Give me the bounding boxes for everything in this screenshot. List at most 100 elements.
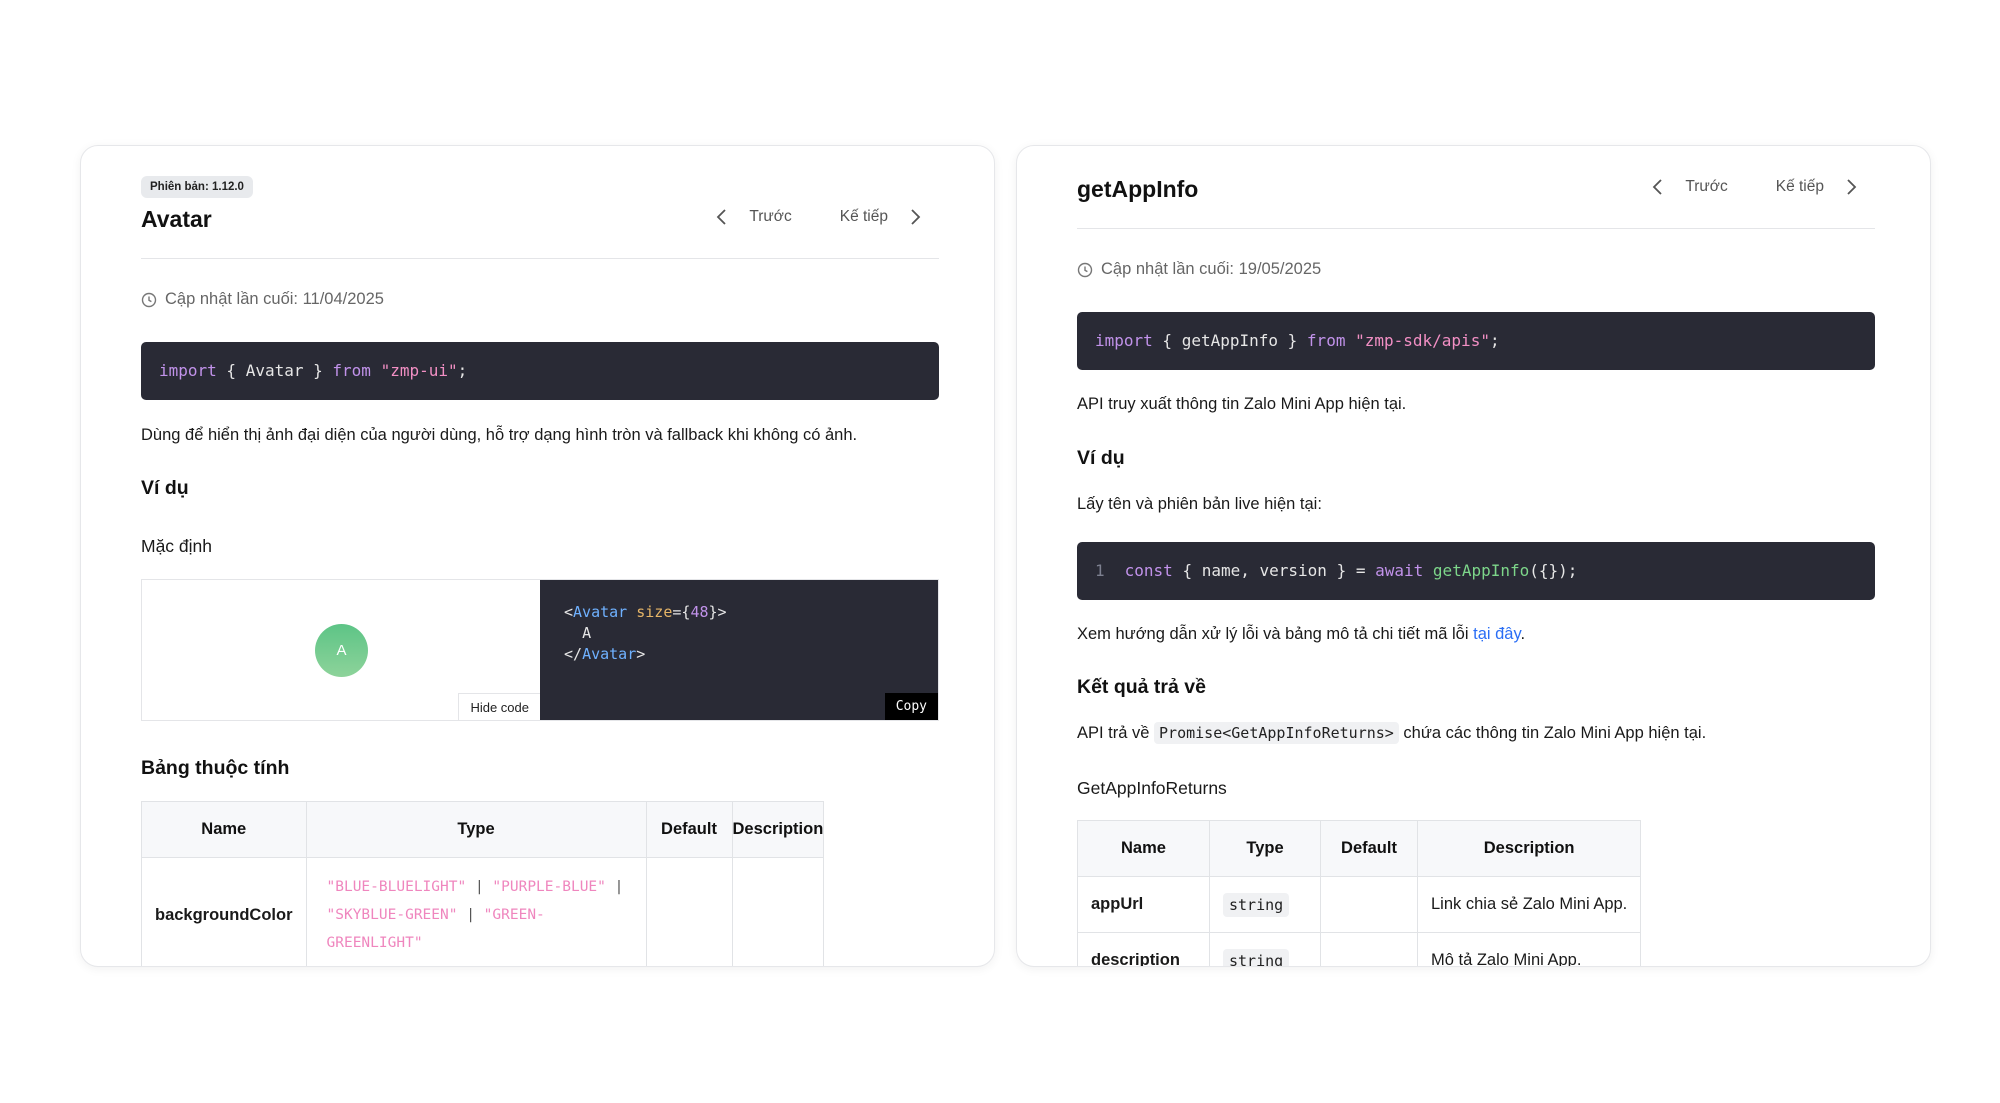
- field-name: description: [1077, 932, 1210, 966]
- column-header: Name: [1077, 820, 1210, 877]
- header-divider: [141, 258, 939, 259]
- returns-desc-pre: API trả về: [1077, 724, 1155, 742]
- chevron-left-icon: [1652, 178, 1663, 196]
- copy-button[interactable]: Copy: [884, 693, 938, 720]
- prev-label: Trước: [1685, 178, 1728, 195]
- code-attr: size: [636, 603, 673, 621]
- clock-icon: [141, 292, 157, 307]
- next-label: Kế tiếp: [839, 208, 888, 225]
- prev-link[interactable]: Trước: [1652, 178, 1728, 196]
- returns-desc-post: chứa các thông tin Zalo Mini App hiện tạ…: [1398, 724, 1707, 742]
- component-description: Dùng để hiển thị ảnh đại diện của người …: [141, 426, 858, 444]
- field-type: string: [1209, 932, 1321, 966]
- prop-default: [645, 857, 733, 966]
- code-keyword: from: [1306, 331, 1346, 350]
- code-string: "zmp-ui": [380, 361, 458, 380]
- type-chip: string: [1223, 892, 1290, 917]
- code-keyword: const: [1124, 561, 1173, 580]
- table-header-row: Name Type Default Description: [141, 801, 825, 858]
- next-link[interactable]: Kế tiếp: [1776, 178, 1857, 196]
- getappinfo-doc-card: getAppInfo Trước Kế tiếp Cập nhật lần cu…: [1016, 145, 1931, 967]
- code-end: ;: [457, 361, 468, 380]
- props-heading: Bảng thuộc tính: [141, 757, 290, 779]
- column-header: Description: [731, 801, 825, 858]
- returns-type-heading: GetAppInfoReturns: [1077, 778, 1227, 798]
- code-body: { Avatar }: [216, 361, 333, 380]
- table-row: description string Mô tả Zalo Mini App.: [1077, 932, 1642, 966]
- chevron-left-icon: [716, 208, 727, 226]
- next-link[interactable]: Kế tiếp: [840, 208, 921, 226]
- field-description: Link chia sẻ Zalo Mini App.: [1416, 876, 1642, 933]
- field-type: string: [1209, 876, 1321, 933]
- prop-type: "BLUE-BLUELIGHT" | "PURPLE-BLUE" | "SKYB…: [305, 857, 647, 966]
- returns-heading: Kết quả trả về: [1077, 676, 1206, 698]
- code-body: { name, version } =: [1172, 561, 1376, 580]
- error-note-text: Xem hướng dẫn xử lý lỗi và bảng mô tả ch…: [1077, 625, 1474, 643]
- table-header-row: Name Type Default Description: [1077, 820, 1642, 877]
- last-updated: Cập nhật lần cuối: 11/04/2025: [141, 290, 384, 309]
- type-value: "BLUE-BLUELIGHT": [326, 879, 467, 895]
- column-header: Description: [1416, 820, 1642, 877]
- field-name: appUrl: [1077, 876, 1210, 933]
- returns-table: Name Type Default Description appUrl str…: [1077, 820, 1642, 966]
- type-chip: string: [1223, 948, 1290, 966]
- example-heading: Ví dụ: [1077, 447, 1125, 469]
- column-header: Type: [1209, 820, 1321, 877]
- type-value: "PURPLE-BLUE": [492, 879, 606, 895]
- type-value: "SKYBLUE-GREEN": [326, 907, 458, 923]
- page-title: Avatar: [141, 206, 212, 232]
- code-keyword: await: [1375, 561, 1424, 580]
- import-code-block: import { getAppInfo } from "zmp-sdk/apis…: [1077, 312, 1875, 370]
- chevron-right-icon: [910, 208, 921, 226]
- code-keyword: import: [1095, 331, 1153, 350]
- code-body: { getAppInfo }: [1152, 331, 1307, 350]
- column-header: Name: [141, 801, 307, 858]
- last-updated-text: Cập nhật lần cuối: 11/04/2025: [165, 290, 384, 308]
- last-updated-text: Cập nhật lần cuối: 19/05/2025: [1101, 260, 1322, 278]
- code-tag: Avatar: [573, 603, 628, 621]
- chevron-right-icon: [1846, 178, 1857, 196]
- field-default: [1320, 876, 1418, 933]
- avatar: A: [315, 624, 368, 677]
- pager: Trước Kế tiếp: [1652, 178, 1857, 196]
- prev-label: Trước: [749, 208, 792, 225]
- table-row: appUrl string Link chia sẻ Zalo Mini App…: [1077, 876, 1642, 933]
- demo-box: A Hide code <Avatar size={48}> A </Avata…: [141, 579, 939, 721]
- prop-name: backgroundColor: [141, 857, 307, 966]
- header-divider: [1077, 228, 1875, 229]
- clock-icon: [1077, 262, 1093, 277]
- example-description: Lấy tên và phiên bản live hiện tại:: [1077, 495, 1322, 513]
- code-end: ;: [1489, 331, 1500, 350]
- hide-code-button[interactable]: Hide code: [458, 693, 540, 720]
- code-keyword: import: [159, 361, 217, 380]
- code-end: ({});: [1529, 561, 1578, 580]
- code-number: 48: [690, 603, 709, 621]
- next-label: Kế tiếp: [1775, 178, 1824, 195]
- code-tag: Avatar: [582, 645, 637, 663]
- version-badge: Phiên bản: 1.12.0: [141, 176, 253, 198]
- prop-description: [731, 857, 825, 966]
- pager: Trước Kế tiếp: [716, 208, 921, 226]
- props-table: Name Type Default Description background…: [141, 801, 825, 966]
- field-default: [1320, 932, 1418, 966]
- import-code-block: import { Avatar } from "zmp-ui";: [141, 342, 939, 400]
- returns-description: API trả về Promise<GetAppInfoReturns> ch…: [1077, 722, 1875, 744]
- avatar-doc-card: Phiên bản: 1.12.0 Avatar Trước Kế tiếp C…: [80, 145, 995, 967]
- code-child: A: [582, 624, 592, 642]
- example-heading: Ví dụ: [141, 477, 189, 499]
- prev-link[interactable]: Trước: [716, 208, 792, 226]
- field-description: Mô tả Zalo Mini App.: [1416, 932, 1642, 966]
- last-updated: Cập nhật lần cuối: 19/05/2025: [1077, 260, 1321, 279]
- table-row: backgroundColor "BLUE-BLUELIGHT" | "PURP…: [141, 857, 825, 966]
- page-title: getAppInfo: [1077, 176, 1199, 202]
- error-note-end: .: [1520, 625, 1526, 643]
- column-header: Default: [645, 801, 733, 858]
- example-code-block: 1 const { name, version } = await getAppI…: [1077, 542, 1875, 600]
- error-doc-link[interactable]: tại đây: [1473, 625, 1520, 643]
- column-header: Type: [305, 801, 647, 858]
- demo-code: <Avatar size={48}> A </Avatar> Copy: [540, 580, 938, 720]
- demo-preview: A Hide code: [142, 580, 540, 720]
- returns-type-code: Promise<GetAppInfoReturns>: [1154, 722, 1399, 744]
- default-heading: Mặc định: [141, 536, 213, 556]
- code-keyword: from: [332, 361, 371, 380]
